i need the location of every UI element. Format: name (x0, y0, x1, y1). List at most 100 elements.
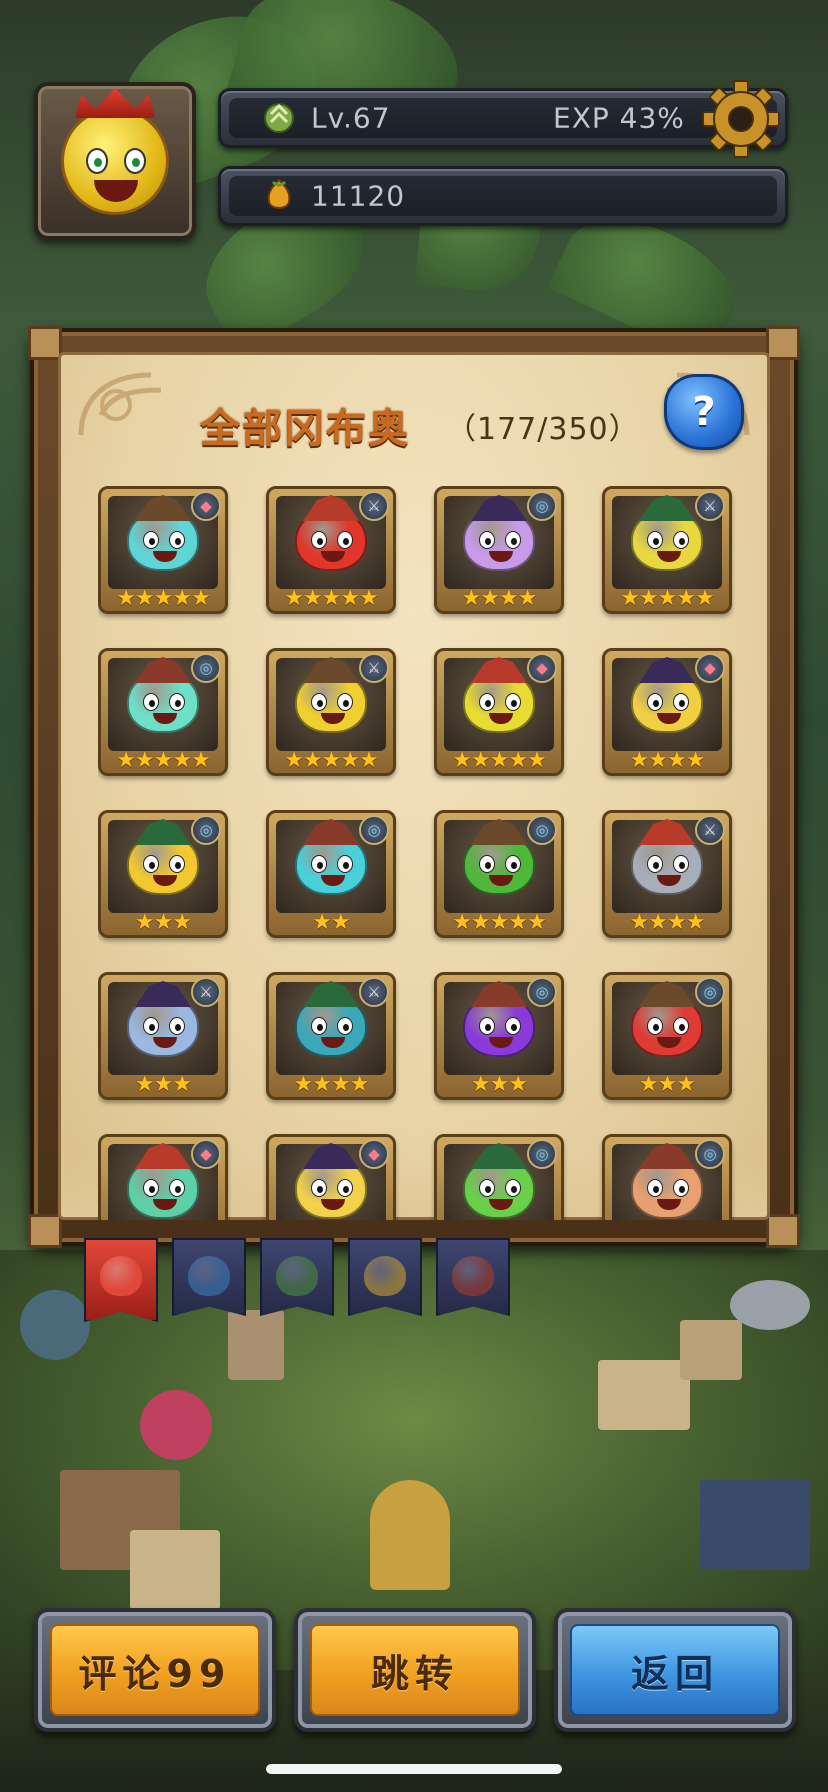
monster-card[interactable]: ◎ ★★★ (98, 810, 228, 938)
monster-eye (337, 855, 353, 873)
star-rating: ★★★ (134, 910, 192, 935)
settings-gear-icon[interactable] (700, 78, 782, 160)
sword-class-icon: ⚔ (359, 977, 389, 1007)
tab-monster-icon (276, 1256, 318, 1296)
back-button[interactable]: 返回 (554, 1608, 796, 1732)
level-icon (264, 103, 294, 133)
sword-class-icon: ⚔ (359, 653, 389, 683)
monster-card[interactable]: ⚔ ★★★★★ (602, 486, 732, 614)
category-tab[interactable] (84, 1238, 158, 1322)
category-tab[interactable] (260, 1238, 334, 1316)
comment-button[interactable]: 评论99 (34, 1608, 276, 1732)
village-creature (730, 1280, 810, 1330)
monster-card[interactable]: ◎ ★★ (266, 810, 396, 938)
star-rating: ★★★ (470, 1072, 528, 1097)
gold-amount: 11120 (311, 179, 406, 213)
panel-corner (28, 1214, 62, 1248)
help-button[interactable]: ? (664, 374, 744, 450)
swirl-class-icon: ◎ (695, 977, 725, 1007)
player-avatar[interactable] (34, 82, 196, 240)
monster-mouth (489, 713, 513, 724)
swirl-class-icon: ◎ (359, 815, 389, 845)
star-rating: ★★★★ (461, 586, 538, 611)
monster-mouth (489, 875, 513, 886)
monster-eye (647, 693, 663, 711)
tab-monster-icon (364, 1256, 406, 1296)
gold-seed-icon (267, 178, 291, 209)
monster-mouth (153, 875, 177, 886)
monster-card[interactable]: ◎ ★★★ (602, 972, 732, 1100)
monster-card[interactable]: ⚔ ★★★★★ (266, 648, 396, 776)
monster-eye (311, 1017, 327, 1035)
monster-eye (337, 1017, 353, 1035)
jump-button-label: 跳转 (310, 1624, 520, 1716)
monster-mouth (489, 1037, 513, 1048)
monster-card[interactable]: ◆ ★★★★ (602, 648, 732, 776)
monster-eye (505, 1017, 521, 1035)
monster-mouth (657, 875, 681, 886)
monster-eye (647, 531, 663, 549)
monster-eye (337, 693, 353, 711)
star-rating: ★★ (312, 910, 350, 935)
star-rating: ★★★★★ (284, 748, 379, 773)
monster-eye (143, 855, 159, 873)
star-rating: ★★★★ (293, 1072, 370, 1097)
monster-mouth (321, 1037, 345, 1048)
level-sign-post (228, 1310, 284, 1380)
monster-mouth (153, 551, 177, 562)
monster-card[interactable]: ◆ (266, 1134, 396, 1220)
tab-monster-icon (100, 1256, 142, 1296)
back-button-label: 返回 (570, 1624, 780, 1716)
category-tab[interactable] (436, 1238, 510, 1316)
monster-card[interactable]: ⚔ ★★★ (98, 972, 228, 1100)
monster-card[interactable]: ⚔ ★★★★★ (266, 486, 396, 614)
village-house (598, 1360, 690, 1430)
monster-eye (337, 1179, 353, 1197)
monster-eye (673, 1017, 689, 1035)
monster-card[interactable]: ◆ (98, 1134, 228, 1220)
star-rating: ★★★★★ (116, 748, 211, 773)
monster-eye (143, 531, 159, 549)
jump-button[interactable]: 跳转 (294, 1608, 536, 1732)
monster-card[interactable]: ◎ ★★★★ (434, 486, 564, 614)
monster-card[interactable]: ⚔ ★★★★ (266, 972, 396, 1100)
sword-class-icon: ⚔ (359, 491, 389, 521)
home-indicator (266, 1764, 562, 1774)
village-house (130, 1530, 220, 1610)
category-tab[interactable] (348, 1238, 422, 1316)
monster-mouth (321, 713, 345, 724)
monster-card[interactable]: ◎ (602, 1134, 732, 1220)
monster-mouth (489, 551, 513, 562)
monster-card[interactable]: ◆ ★★★★★ (98, 486, 228, 614)
star-rating: ★★★★ (629, 748, 706, 773)
monster-card[interactable]: ◎ ★★★ (434, 972, 564, 1100)
gem-class-icon: ◆ (527, 653, 557, 683)
monster-card[interactable]: ◎ ★★★★★ (434, 810, 564, 938)
monster-eye (169, 1017, 185, 1035)
monster-eye (337, 531, 353, 549)
monster-card[interactable]: ◆ ★★★★★ (434, 648, 564, 776)
swirl-class-icon: ◎ (191, 653, 221, 683)
monster-mouth (321, 1199, 345, 1210)
level-text: Lv.67 (311, 101, 391, 135)
monster-card[interactable]: ◎ ★★★★★ (98, 648, 228, 776)
crown-icon (75, 88, 155, 118)
collection-title: 全部冈布奥 (200, 406, 410, 452)
swirl-class-icon: ◎ (527, 1139, 557, 1169)
monster-card[interactable]: ◎ (434, 1134, 564, 1220)
monster-eye (169, 855, 185, 873)
exp-text: EXP 43% (553, 101, 685, 135)
gem-class-icon: ◆ (191, 491, 221, 521)
comment-button-label: 评论99 (50, 1624, 260, 1716)
monster-eye (505, 693, 521, 711)
swirl-class-icon: ◎ (527, 491, 557, 521)
monster-eye (505, 1179, 521, 1197)
monster-eye (647, 1179, 663, 1197)
monster-card[interactable]: ⚔ ★★★★ (602, 810, 732, 938)
gem-class-icon: ◆ (359, 1139, 389, 1169)
monster-eye (311, 855, 327, 873)
swirl-class-icon: ◎ (527, 815, 557, 845)
monster-eye (479, 531, 495, 549)
monster-eye (673, 531, 689, 549)
category-tab[interactable] (172, 1238, 246, 1316)
